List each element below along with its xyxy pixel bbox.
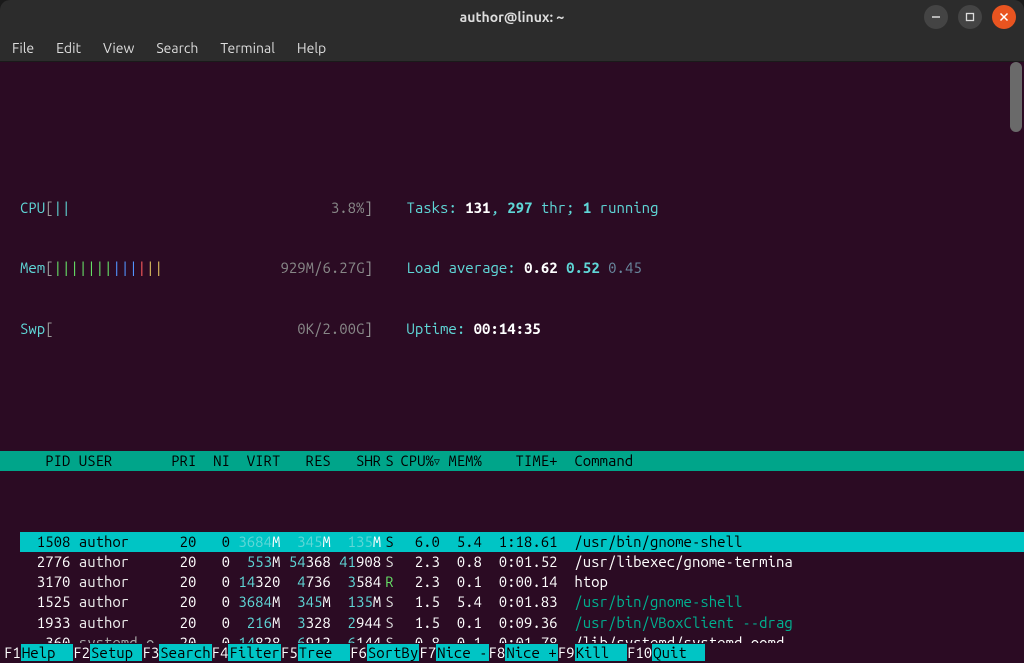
mem-meter: Mem[|||||||||||||929M/6.27G] Load averag… bbox=[20, 258, 1004, 278]
fkey-label[interactable]: Quit bbox=[652, 644, 704, 661]
col-virt[interactable]: VIRT bbox=[230, 451, 280, 471]
table-row[interactable]: 2776 author200553M5436841908S2.30.80:01.… bbox=[20, 552, 1024, 572]
fkey: F1 bbox=[4, 644, 21, 661]
table-row[interactable]: 3170 author2001432047363584R2.30.10:00.1… bbox=[20, 572, 1024, 592]
fkey: F2 bbox=[73, 644, 90, 661]
fkey: F9 bbox=[558, 644, 575, 661]
col-pri[interactable]: PRI bbox=[163, 451, 197, 471]
scrollbar-thumb[interactable] bbox=[1010, 62, 1022, 132]
fkey: F7 bbox=[419, 644, 436, 661]
col-mem[interactable]: MEM% bbox=[440, 451, 482, 471]
maximize-button[interactable] bbox=[958, 5, 982, 29]
fkey: F8 bbox=[489, 644, 506, 661]
col-shr[interactable]: SHR bbox=[331, 451, 381, 471]
fkey: F5 bbox=[281, 644, 298, 661]
fkey-label[interactable]: Kill bbox=[575, 644, 627, 661]
col-ni[interactable]: NI bbox=[196, 451, 230, 471]
fkey: F10 bbox=[627, 644, 652, 661]
fkey: F3 bbox=[142, 644, 159, 661]
function-key-bar: F1Help F2Setup F3SearchF4FilterF5Tree F6… bbox=[0, 643, 1024, 663]
col-time[interactable]: TIME+ bbox=[482, 451, 558, 471]
menu-search[interactable]: Search bbox=[156, 40, 198, 56]
fkey-label[interactable]: Search bbox=[159, 644, 211, 661]
fkey-label[interactable]: SortBy bbox=[367, 644, 419, 661]
scrollbar[interactable] bbox=[1010, 62, 1022, 663]
minimize-button[interactable] bbox=[924, 5, 948, 29]
menu-file[interactable]: File bbox=[12, 40, 34, 56]
fkey: F6 bbox=[350, 644, 367, 661]
close-button[interactable] bbox=[992, 5, 1016, 29]
fkey-label[interactable]: Help bbox=[21, 644, 73, 661]
swp-meter: Swp[0K/2.00G] Uptime: 00:14:35 bbox=[20, 319, 1004, 339]
fkey-label[interactable]: Nice - bbox=[436, 644, 488, 661]
col-pid[interactable]: PID bbox=[20, 451, 70, 471]
fkey-label[interactable]: Nice + bbox=[505, 644, 557, 661]
fkey-label[interactable]: Tree bbox=[298, 644, 350, 661]
fkey-label[interactable]: Setup bbox=[90, 644, 142, 661]
menu-view[interactable]: View bbox=[103, 40, 134, 56]
col-user[interactable]: USER bbox=[79, 451, 163, 471]
col-s[interactable]: S bbox=[381, 451, 398, 471]
column-header[interactable]: PID USERPRINIVIRTRESSHRSCPU%▽MEM%TIME+Co… bbox=[0, 451, 1024, 471]
cpu-meter: CPU[||3.8%] Tasks: 131, 297 thr; 1 runni… bbox=[20, 198, 1004, 218]
meters-block: CPU[||3.8%] Tasks: 131, 297 thr; 1 runni… bbox=[0, 157, 1024, 390]
table-row[interactable]: 1525 author2003684M345M135MS1.55.40:01.8… bbox=[20, 592, 1024, 612]
table-row[interactable]: 1508 author2003684M345M135MS6.05.41:18.6… bbox=[20, 532, 1024, 552]
table-row[interactable]: 1933 author200216M33282944S1.50.10:09.36… bbox=[20, 613, 1024, 633]
window-controls bbox=[924, 5, 1016, 29]
menu-help[interactable]: Help bbox=[297, 40, 326, 56]
menu-terminal[interactable]: Terminal bbox=[220, 40, 275, 56]
sort-indicator-icon: ▽ bbox=[434, 456, 440, 467]
menubar: File Edit View Search Terminal Help bbox=[0, 34, 1024, 62]
fkey-label[interactable]: Filter bbox=[228, 644, 280, 661]
col-cpu[interactable]: CPU%▽ bbox=[398, 451, 440, 471]
terminal-area[interactable]: CPU[||3.8%] Tasks: 131, 297 thr; 1 runni… bbox=[0, 62, 1024, 663]
menu-edit[interactable]: Edit bbox=[56, 40, 81, 56]
window-title: author@linux: ~ bbox=[460, 9, 565, 25]
col-cmd[interactable]: Command bbox=[558, 451, 634, 471]
titlebar: author@linux: ~ bbox=[0, 0, 1024, 34]
col-res[interactable]: RES bbox=[280, 451, 330, 471]
fkey: F4 bbox=[212, 644, 229, 661]
